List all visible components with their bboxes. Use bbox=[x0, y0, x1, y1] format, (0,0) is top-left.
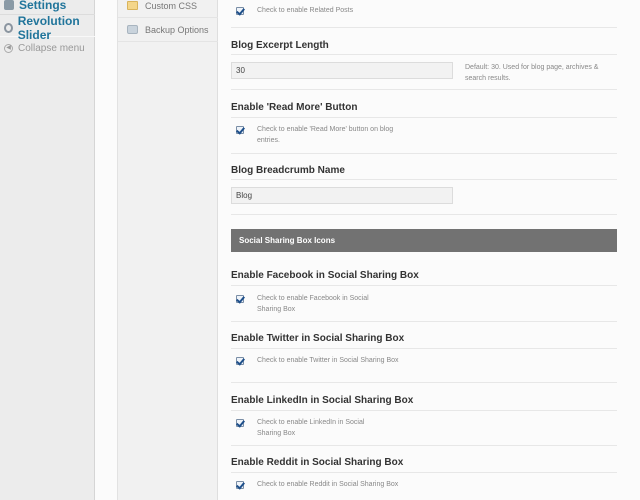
related-posts-checkbox-label: Check to enable Related Posts bbox=[257, 7, 354, 14]
tab-custom-css[interactable]: Custom CSS bbox=[118, 0, 218, 18]
section-divider bbox=[231, 214, 617, 215]
facebook-title: Enable Facebook in Social Sharing Box bbox=[231, 270, 419, 281]
section-divider bbox=[231, 348, 617, 349]
section-divider bbox=[231, 445, 617, 446]
twitter-checkbox[interactable] bbox=[236, 357, 244, 365]
section-divider bbox=[231, 153, 617, 154]
section-divider bbox=[231, 410, 617, 411]
read-more-checkbox[interactable] bbox=[236, 126, 244, 134]
linkedin-title: Enable LinkedIn in Social Sharing Box bbox=[231, 395, 414, 406]
gear-icon bbox=[4, 23, 13, 33]
settings-icon bbox=[4, 0, 14, 10]
reddit-checkbox-label: Check to enable Reddit in Social Sharing… bbox=[257, 481, 399, 488]
facebook-checkbox-label: Check to enable Facebook in Social Shari… bbox=[257, 295, 369, 313]
options-sidebar: Custom CSS Backup Options bbox=[117, 0, 218, 500]
menu-item-revolution-slider[interactable]: Revolution Slider bbox=[0, 14, 95, 42]
tab-custom-css-label: Custom CSS bbox=[145, 0, 198, 11]
section-divider bbox=[231, 54, 617, 55]
twitter-title: Enable Twitter in Social Sharing Box bbox=[231, 333, 405, 344]
section-divider bbox=[231, 285, 617, 286]
breadcrumb-input[interactable] bbox=[231, 187, 453, 204]
facebook-checkbox[interactable] bbox=[236, 295, 244, 303]
reddit-checkbox[interactable] bbox=[236, 481, 244, 489]
excerpt-length-title: Blog Excerpt Length bbox=[231, 40, 329, 51]
tab-backup-options[interactable]: Backup Options bbox=[118, 18, 218, 42]
section-divider bbox=[231, 89, 617, 90]
excerpt-length-input[interactable] bbox=[231, 62, 453, 79]
related-posts-checkbox[interactable] bbox=[236, 7, 244, 15]
read-more-title: Enable 'Read More' Button bbox=[231, 102, 358, 113]
collapse-arrow-icon: ◀ bbox=[4, 43, 13, 53]
section-divider bbox=[231, 117, 617, 118]
menu-item-revolution-slider-label: Revolution Slider bbox=[17, 14, 80, 42]
menu-item-settings[interactable]: Settings bbox=[0, 0, 95, 12]
backup-icon bbox=[127, 25, 138, 34]
excerpt-length-help: Default: 30. Used for blog page, archive… bbox=[465, 64, 599, 82]
tab-backup-options-label: Backup Options bbox=[145, 24, 209, 35]
section-divider bbox=[231, 382, 617, 383]
linkedin-checkbox-label: Check to enable LinkedIn in Social Shari… bbox=[257, 419, 365, 437]
options-panel: Check to enable Related Posts Blog Excer… bbox=[219, 0, 640, 500]
twitter-checkbox-label: Check to enable Twitter in Social Sharin… bbox=[257, 357, 399, 364]
section-divider bbox=[231, 27, 617, 28]
reddit-title: Enable Reddit in Social Sharing Box bbox=[231, 457, 404, 468]
section-divider bbox=[231, 321, 617, 322]
linkedin-checkbox[interactable] bbox=[236, 419, 244, 427]
admin-menu: Settings Revolution Slider ◀ Collapse me… bbox=[0, 0, 95, 500]
collapse-menu-label: Collapse menu bbox=[18, 42, 85, 54]
collapse-menu-button[interactable]: ◀ Collapse menu bbox=[0, 42, 95, 54]
menu-item-settings-label: Settings bbox=[19, 0, 67, 12]
section-divider bbox=[231, 179, 617, 180]
section-divider bbox=[231, 472, 617, 473]
social-sharing-banner: Social Sharing Box Icons bbox=[231, 229, 617, 252]
read-more-checkbox-label: Check to enable 'Read More' button on bl… bbox=[257, 126, 394, 144]
breadcrumb-title: Blog Breadcrumb Name bbox=[231, 165, 345, 176]
folder-icon bbox=[127, 1, 138, 10]
